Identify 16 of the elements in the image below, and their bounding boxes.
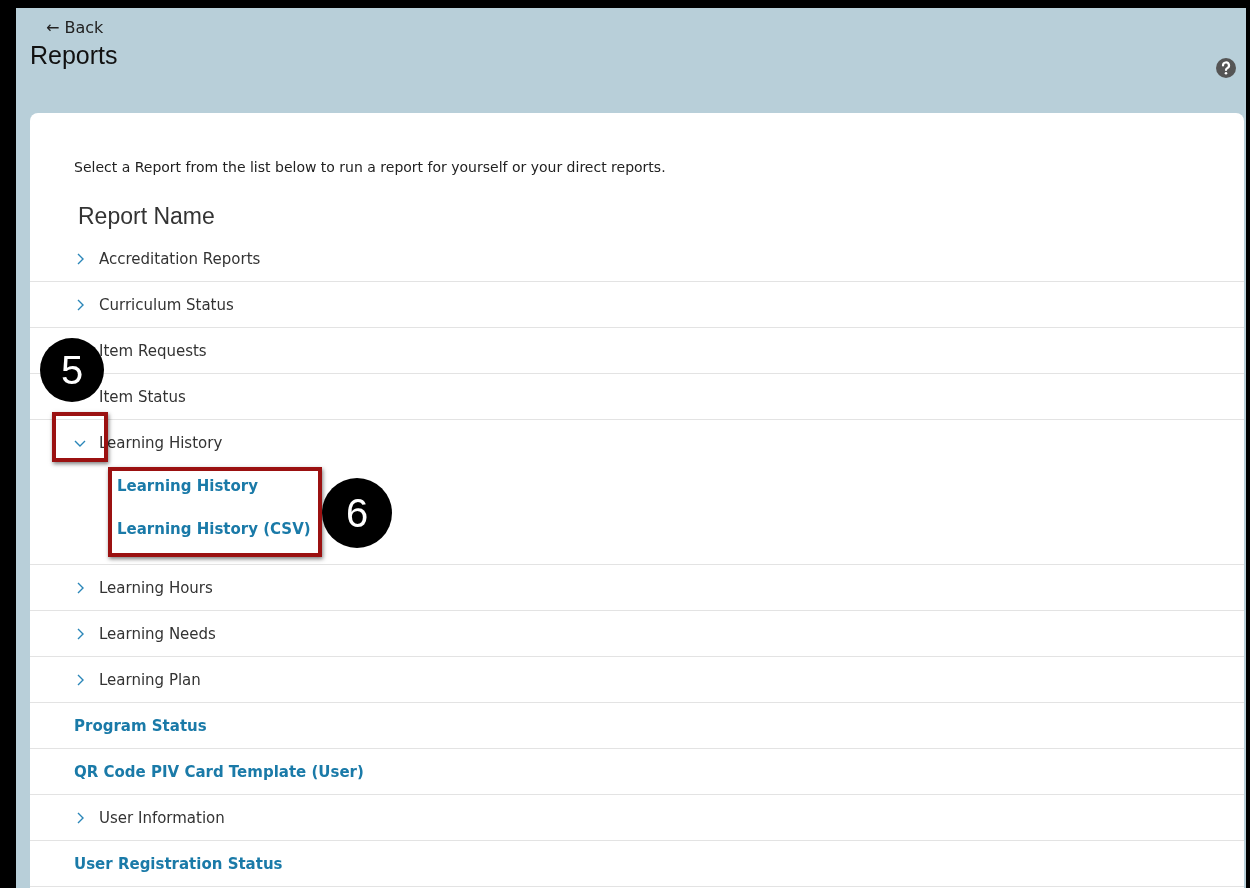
report-group[interactable]: Accreditation Reports <box>99 249 261 268</box>
report-link[interactable]: Learning History <box>117 477 258 495</box>
page-title: Reports <box>30 41 118 70</box>
back-link[interactable]: ← Back <box>46 18 104 37</box>
help-icon[interactable] <box>1216 58 1236 78</box>
report-group[interactable]: Learning Plan <box>99 670 201 689</box>
report-link[interactable]: User Registration Status <box>74 854 283 873</box>
report-group[interactable]: Learning Hours <box>99 578 213 597</box>
report-link[interactable]: Learning History (CSV) <box>117 520 311 538</box>
report-group[interactable]: Learning Needs <box>99 624 216 643</box>
report-group[interactable]: Curriculum Status <box>99 295 234 314</box>
report-group[interactable]: User Information <box>99 808 225 827</box>
column-heading: Report Name <box>78 203 216 230</box>
intro-text: Select a Report from the list below to run a report for yourself or your direct reports. <box>74 159 667 175</box>
report-link[interactable]: Program Status <box>74 716 207 735</box>
report-link[interactable]: QR Code PIV Card Template (User) <box>74 762 364 781</box>
